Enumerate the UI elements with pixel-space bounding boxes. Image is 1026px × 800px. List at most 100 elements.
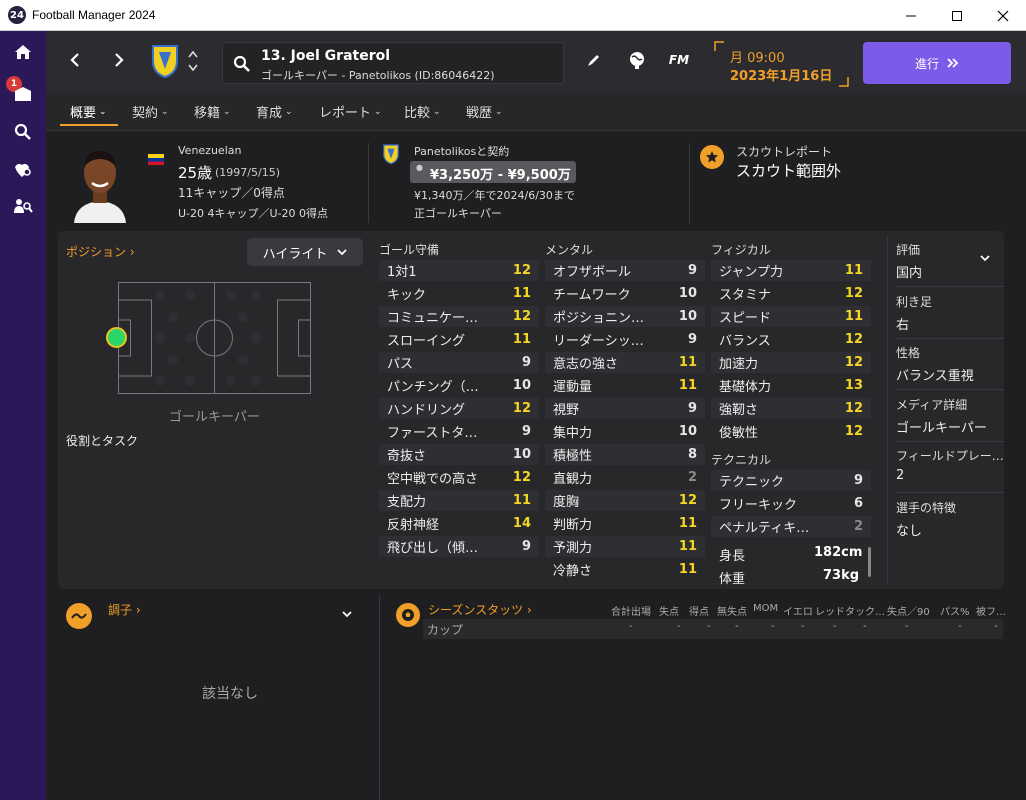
- attribute-value: 12: [512, 401, 531, 416]
- attribute-row[interactable]: 強靭さ 12: [711, 398, 871, 419]
- attribute-row[interactable]: スタミナ 12: [711, 283, 871, 304]
- attribute-row[interactable]: 支配力 11: [379, 490, 539, 511]
- attribute-row[interactable]: 運動量 11: [545, 375, 705, 396]
- search-icon[interactable]: [10, 119, 36, 145]
- highlight-dropdown[interactable]: ハイライト: [247, 238, 363, 266]
- attribute-row[interactable]: ジャンプ力 11: [711, 260, 871, 281]
- tab-compare[interactable]: 比較 ⌄: [404, 102, 441, 121]
- detail-item[interactable]: 選手の特徴 なし: [896, 497, 1004, 545]
- detail-item: フィールドプレー… 2: [896, 445, 1004, 493]
- stats-header[interactable]: 失点／90: [887, 603, 930, 618]
- stats-header[interactable]: タック…: [845, 603, 885, 618]
- attribute-row[interactable]: リーダーシッ… 9: [545, 329, 705, 350]
- attribute-row[interactable]: 1対1 12: [379, 260, 539, 281]
- detail-label: 利き足: [896, 294, 933, 309]
- attribute-row[interactable]: スピード 11: [711, 306, 871, 327]
- attribute-row[interactable]: 度胸 12: [545, 490, 705, 511]
- continue-button[interactable]: 進行: [863, 42, 1011, 84]
- attribute-row[interactable]: バランス 12: [711, 329, 871, 350]
- attribute-row[interactable]: 反射神経 14: [379, 513, 539, 534]
- back-button[interactable]: [60, 45, 90, 75]
- attribute-row[interactable]: 俊敏性 12: [711, 421, 871, 442]
- attribute-name: パス: [387, 357, 414, 372]
- scrollbar[interactable]: [868, 547, 871, 577]
- attribute-row[interactable]: 判断力 11: [545, 513, 705, 534]
- tab-contract[interactable]: 契約 ⌄: [132, 102, 169, 121]
- attribute-row[interactable]: 直観力 2: [545, 467, 705, 488]
- attribute-row[interactable]: 積極性 8: [545, 444, 705, 465]
- attribute-row[interactable]: スローイング 11: [379, 329, 539, 350]
- attribute-row[interactable]: 加速力 12: [711, 352, 871, 373]
- tab-development[interactable]: 育成 ⌄: [256, 102, 293, 121]
- position-link[interactable]: ポジション ›: [66, 243, 135, 260]
- tab-transfer[interactable]: 移籍 ⌄: [194, 102, 231, 121]
- stats-header[interactable]: イエロ: [783, 603, 813, 618]
- stats-header[interactable]: 得点: [689, 603, 709, 618]
- form-link[interactable]: 調子 ›: [108, 601, 141, 618]
- fm-logo-icon[interactable]: FM: [666, 47, 692, 73]
- home-icon[interactable]: [10, 39, 36, 65]
- stats-row[interactable]: カップ: [423, 619, 1003, 639]
- stats-header[interactable]: 合計出場: [611, 603, 651, 618]
- attribute-row[interactable]: パンチング（… 10: [379, 375, 539, 396]
- attribute-row[interactable]: チームワーク 10: [545, 283, 705, 304]
- tab-history[interactable]: 戦歴 ⌄: [466, 102, 503, 121]
- edit-pencil-icon[interactable]: [581, 47, 607, 73]
- date-display[interactable]: 月 09:00 2023年1月16日: [714, 41, 849, 87]
- stats-header[interactable]: MOM: [753, 603, 778, 614]
- stats-header[interactable]: レッド: [815, 603, 845, 618]
- value-range-badge[interactable]: ● ¥3,250万 - ¥9,500万: [410, 161, 576, 183]
- attribute-row[interactable]: ハンドリング 12: [379, 398, 539, 419]
- close-button[interactable]: [980, 0, 1026, 31]
- attribute-row[interactable]: 視野 9: [545, 398, 705, 419]
- birth-date: (1997/5/15): [215, 166, 280, 179]
- attribute-name: 意志の強さ: [553, 357, 619, 372]
- club-crest-icon[interactable]: [150, 43, 180, 79]
- forward-button[interactable]: [104, 45, 134, 75]
- attribute-row[interactable]: ペナルティキ… 2: [711, 516, 871, 537]
- minimize-button[interactable]: [888, 0, 934, 31]
- world-globe-icon[interactable]: [624, 47, 650, 73]
- tab-overview[interactable]: 概要 ⌄: [70, 102, 107, 121]
- attribute-value: 11: [844, 309, 863, 324]
- attribute-row[interactable]: 飛び出し（傾… 9: [379, 536, 539, 557]
- attribute-value: 13: [844, 378, 863, 393]
- attribute-row[interactable]: 冷静さ 11: [545, 559, 705, 580]
- player-switch-arrows-icon[interactable]: [186, 47, 200, 75]
- staff-search-icon[interactable]: [10, 193, 36, 219]
- attribute-row[interactable]: テクニック 9: [711, 470, 871, 491]
- attribute-row[interactable]: オフザボール 9: [545, 260, 705, 281]
- attribute-row[interactable]: ポジショニン… 10: [545, 306, 705, 327]
- chevron-down-icon: ⌄: [223, 106, 231, 117]
- tab-reports[interactable]: レポート ⌄: [319, 102, 382, 121]
- attribute-row[interactable]: パス 9: [379, 352, 539, 373]
- stats-value: -: [863, 621, 867, 632]
- attribute-row[interactable]: 意志の強さ 11: [545, 352, 705, 373]
- attribute-row[interactable]: 奇抜さ 10: [379, 444, 539, 465]
- chevron-down-icon[interactable]: [980, 255, 990, 262]
- goalkeeper-position-marker[interactable]: [106, 327, 127, 348]
- stats-header[interactable]: 被フ…: [976, 603, 1006, 618]
- attribute-value: 12: [844, 332, 863, 347]
- stats-header[interactable]: 無失点: [717, 603, 747, 618]
- attribute-row[interactable]: 基礎体力 13: [711, 375, 871, 396]
- attribute-row[interactable]: コミュニケー… 12: [379, 306, 539, 327]
- attribute-name: 運動量: [553, 380, 593, 395]
- double-chevron-icon: [947, 58, 959, 68]
- stats-header[interactable]: パス%: [940, 603, 970, 618]
- scouting-icon[interactable]: [10, 157, 36, 183]
- season-stats-link[interactable]: シーズンスタッツ ›: [428, 601, 532, 618]
- maximize-button[interactable]: [934, 0, 980, 31]
- attribute-row[interactable]: 予測力 11: [545, 536, 705, 557]
- player-search-box[interactable]: 13. Joel Graterol ゴールキーパー - Panetolikos …: [222, 42, 564, 84]
- attribute-row[interactable]: 空中戦での高さ 12: [379, 467, 539, 488]
- attribute-row[interactable]: キック 11: [379, 283, 539, 304]
- attribute-name: 判断力: [553, 518, 593, 533]
- attribute-row[interactable]: フリーキック 6: [711, 493, 871, 514]
- stats-header[interactable]: 失点: [659, 603, 679, 618]
- attribute-row[interactable]: ファーストタ… 9: [379, 421, 539, 442]
- attribute-row[interactable]: 集中力 10: [545, 421, 705, 442]
- inbox-icon[interactable]: [10, 81, 36, 107]
- chevron-down-icon[interactable]: [342, 611, 352, 618]
- window-titlebar: 24 Football Manager 2024: [0, 0, 1026, 31]
